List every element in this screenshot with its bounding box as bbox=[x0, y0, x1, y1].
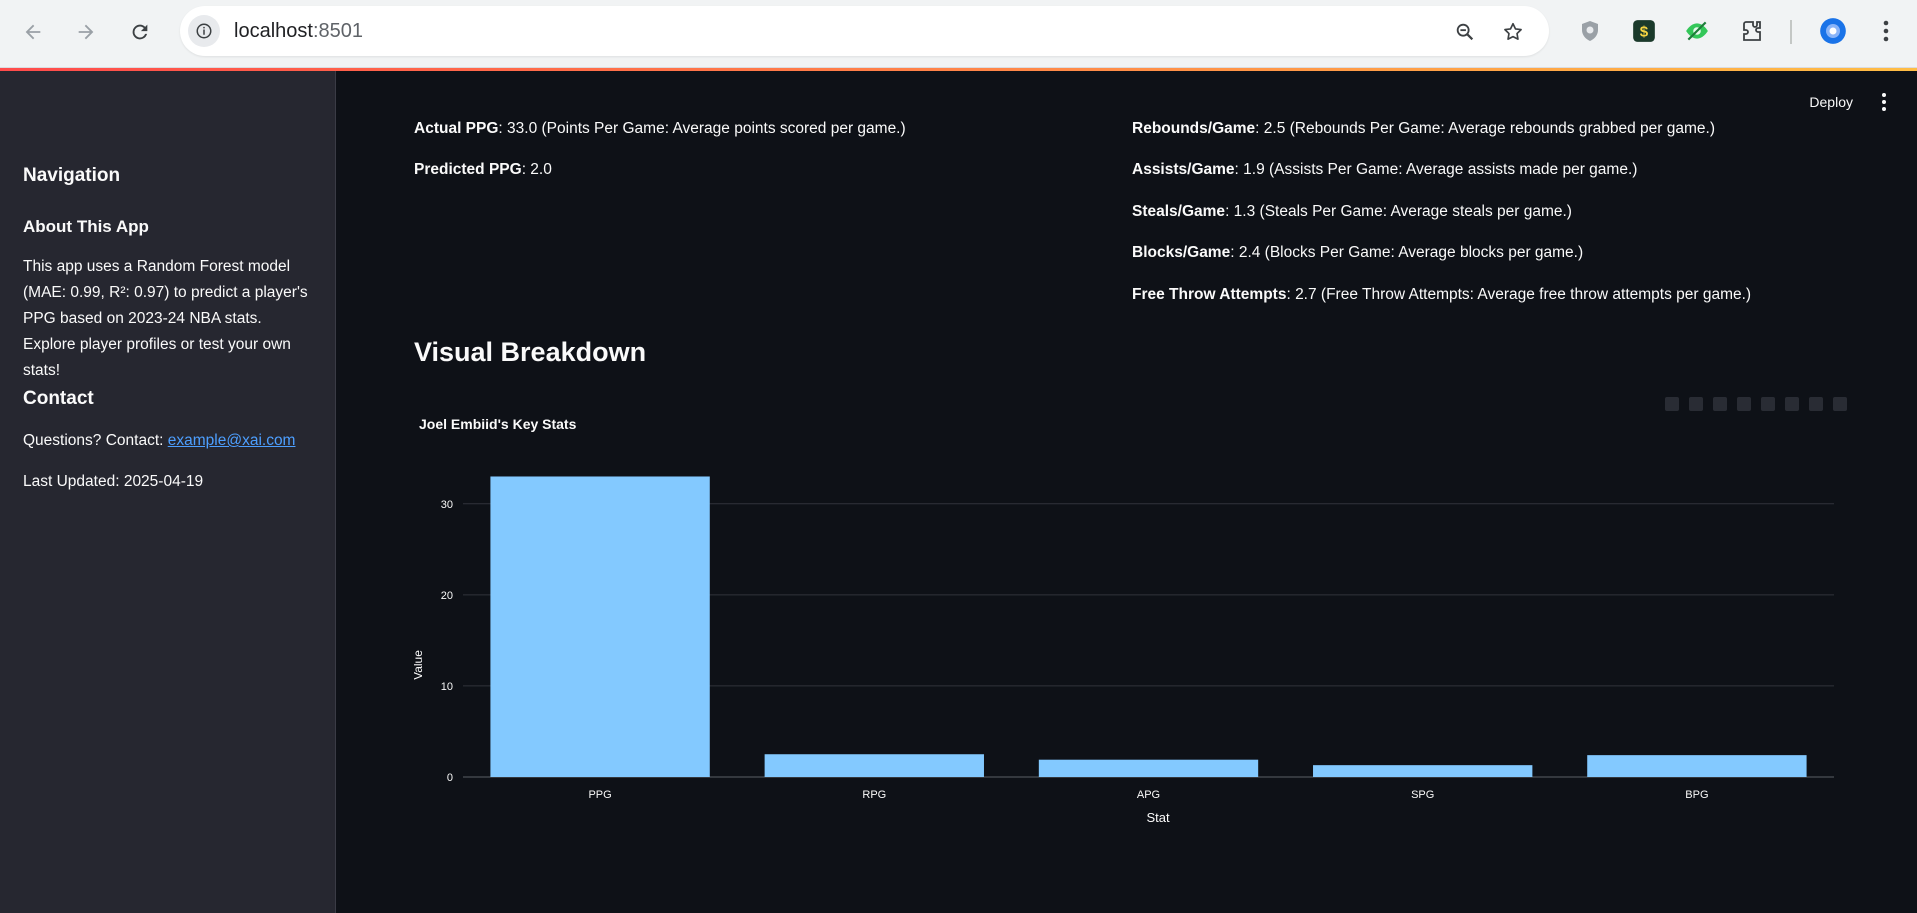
y-tick-label: 0 bbox=[447, 772, 453, 784]
stat-label: Free Throw Attempts bbox=[1132, 286, 1287, 303]
chart-x-ticks: PPG RPG APG SPG BPG bbox=[588, 789, 1708, 801]
contact-heading: Contact bbox=[23, 388, 94, 409]
bar-apg[interactable] bbox=[1038, 759, 1259, 777]
bookmark-star-icon[interactable] bbox=[1500, 19, 1526, 45]
zoom-icon[interactable] bbox=[1452, 19, 1478, 45]
about-text: This app uses a Random Forest model (MAE… bbox=[23, 258, 308, 379]
site-info-icon[interactable] bbox=[188, 15, 220, 47]
browser-toolbar: localhost:8501 $ bbox=[0, 0, 1917, 68]
stat-free-throws: Free Throw Attempts: 2.7 (Free Throw Att… bbox=[1132, 286, 1751, 304]
stat-label: Assists/Game bbox=[1132, 161, 1235, 178]
bar-spg[interactable] bbox=[1313, 765, 1533, 777]
reload-icon[interactable] bbox=[122, 14, 158, 50]
stat-value: : 1.9 (Assists Per Game: Average assists… bbox=[1234, 161, 1638, 178]
stat-label: Steals/Game bbox=[1132, 203, 1226, 220]
section-title: Visual Breakdown bbox=[414, 337, 647, 367]
bar-ppg[interactable] bbox=[490, 476, 710, 777]
chart-title: Joel Embiid's Key Stats bbox=[419, 416, 577, 432]
toolbar-divider bbox=[1790, 20, 1792, 44]
stat-label: Actual PPG bbox=[414, 120, 499, 137]
stat-value: : 2.7 (Free Throw Attempts: Average free… bbox=[1286, 286, 1752, 303]
bar-bpg[interactable] bbox=[1587, 755, 1807, 777]
contact-line: Questions? Contact: example@xai.com bbox=[23, 428, 313, 454]
svg-text:$: $ bbox=[1640, 23, 1649, 40]
url-text[interactable]: localhost:8501 bbox=[234, 20, 363, 43]
stat-steals: Steals/Game: 1.3 (Steals Per Game: Avera… bbox=[1132, 203, 1572, 221]
about-heading: About This App bbox=[23, 217, 149, 236]
stat-blocks: Blocks/Game: 2.4 (Blocks Per Game: Avera… bbox=[1132, 244, 1583, 262]
zoom-in-icon[interactable] bbox=[1737, 397, 1751, 411]
chart-bars bbox=[490, 476, 1807, 777]
stat-value: : 2.0 bbox=[521, 161, 552, 178]
stat-rebounds: Rebounds/Game: 2.5 (Rebounds Per Game: A… bbox=[1132, 120, 1715, 138]
stat-actual-ppg: Actual PPG: 33.0 (Points Per Game: Avera… bbox=[414, 120, 906, 138]
last-updated: Last Updated: 2025-04-19 bbox=[23, 473, 204, 490]
contact-email-link[interactable]: example@xai.com bbox=[168, 432, 296, 449]
stat-value: : 1.3 (Steals Per Game: Average steals p… bbox=[1225, 203, 1572, 220]
main-content: Deploy Actual PPG: 33.0 (Points Per Game… bbox=[337, 71, 1917, 913]
stat-label: Blocks/Game bbox=[1132, 244, 1231, 261]
y-tick-label: 20 bbox=[441, 590, 453, 602]
forward-arrow-icon[interactable] bbox=[68, 14, 104, 50]
stat-value: : 33.0 (Points Per Game: Average points … bbox=[498, 120, 906, 137]
contact-prefix: Questions? Contact: bbox=[23, 432, 168, 449]
chart-modebar[interactable] bbox=[1665, 397, 1847, 411]
back-arrow-icon[interactable] bbox=[15, 14, 51, 50]
browser-menu-icon[interactable] bbox=[1871, 16, 1901, 46]
x-tick-label: PPG bbox=[588, 789, 611, 801]
zoom-icon[interactable] bbox=[1689, 397, 1703, 411]
stat-label: Rebounds/Game bbox=[1132, 120, 1256, 137]
zoom-out-icon[interactable] bbox=[1761, 397, 1775, 411]
home-icon[interactable] bbox=[1809, 397, 1823, 411]
sidebar: Navigation About This App This app uses … bbox=[0, 71, 336, 913]
fullscreen-icon[interactable] bbox=[1833, 397, 1847, 411]
stat-value: : 2.5 (Rebounds Per Game: Average reboun… bbox=[1255, 120, 1716, 137]
stat-assists: Assists/Game: 1.9 (Assists Per Game: Ave… bbox=[1132, 161, 1637, 179]
address-bar[interactable]: localhost:8501 bbox=[180, 6, 1549, 56]
autoscale-icon[interactable] bbox=[1785, 397, 1799, 411]
shield-extension-icon[interactable] bbox=[1575, 16, 1605, 46]
x-tick-label: RPG bbox=[862, 789, 886, 801]
y-tick-label: 30 bbox=[441, 499, 453, 511]
stat-label: Predicted PPG bbox=[414, 161, 522, 178]
eye-extension-icon[interactable] bbox=[1682, 16, 1712, 46]
y-axis-label: Value bbox=[414, 650, 425, 680]
bar-chart[interactable]: Joel Embiid's Key Stats 0 10 20 30 PPG RPG AP… bbox=[411, 389, 1857, 839]
url-host: localhost bbox=[234, 20, 313, 42]
x-axis-label: Stat bbox=[1146, 810, 1170, 825]
sidebar-nav-heading: Navigation bbox=[23, 165, 121, 186]
x-tick-label: APG bbox=[1137, 789, 1160, 801]
x-tick-label: SPG bbox=[1411, 789, 1434, 801]
x-tick-label: BPG bbox=[1685, 789, 1708, 801]
deploy-button[interactable]: Deploy bbox=[1809, 94, 1853, 110]
bar-rpg[interactable] bbox=[764, 754, 984, 777]
dollar-extension-icon[interactable]: $ bbox=[1629, 16, 1659, 46]
url-port: :8501 bbox=[312, 20, 363, 42]
stat-predicted-ppg: Predicted PPG: 2.0 bbox=[414, 161, 552, 179]
extensions-puzzle-icon[interactable] bbox=[1737, 16, 1767, 46]
pan-icon[interactable] bbox=[1713, 397, 1727, 411]
app-menu-icon[interactable] bbox=[1881, 93, 1887, 111]
y-tick-label: 10 bbox=[441, 681, 453, 693]
chart-y-ticks: 0 10 20 30 bbox=[441, 499, 453, 784]
profile-avatar-icon[interactable] bbox=[1818, 16, 1848, 46]
stat-value: : 2.4 (Blocks Per Game: Average blocks p… bbox=[1230, 244, 1584, 261]
chart-svg: Joel Embiid's Key Stats 0 10 20 30 PPG RPG AP… bbox=[411, 416, 1834, 825]
camera-icon[interactable] bbox=[1665, 397, 1679, 411]
